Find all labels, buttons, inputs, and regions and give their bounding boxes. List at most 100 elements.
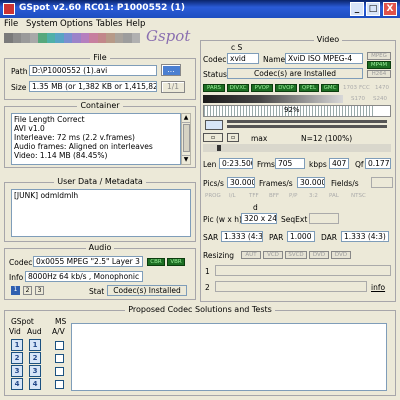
ms-test-2-checkbox[interactable] <box>55 354 64 363</box>
path-field[interactable]: D:\P1000552 (1).avi <box>29 65 157 76</box>
container-scrollbar[interactable]: ▲ ▼ <box>181 113 191 165</box>
av-label: A/V <box>52 327 65 336</box>
resize-row-2 <box>215 281 367 292</box>
flag-32: 3:2 <box>309 193 318 199</box>
close-button[interactable]: X <box>383 2 397 16</box>
solutions-textarea[interactable] <box>71 323 387 391</box>
browse-button[interactable]: ... <box>161 64 181 76</box>
video-name-field: XviD ISO MPEG-4 <box>285 53 363 64</box>
gspot-logo: Gspot <box>146 27 191 45</box>
maximize-button[interactable]: □ <box>366 2 380 16</box>
len-field: 0:23.500 <box>219 158 253 169</box>
flag-tff: TFF <box>249 193 259 199</box>
gmc-badge: GMC <box>321 84 339 92</box>
vid-label: Vid <box>9 327 21 336</box>
color-swatch <box>29 33 38 43</box>
userdata-group: User Data / Metadata [JUNK] odmldmlh <box>4 177 196 242</box>
vid-solution-4[interactable]: 4 <box>11 378 23 390</box>
proposed-group-title: Proposed Codec Solutions and Tests <box>125 305 275 314</box>
aud-solution-1[interactable]: 1 <box>29 339 41 351</box>
video-cs-label: c S <box>231 43 243 52</box>
size-label: Size <box>11 83 27 92</box>
max-label: max <box>251 134 268 143</box>
color-swatch <box>55 33 64 43</box>
audio-stream-1[interactable]: 1 <box>11 286 20 295</box>
audio-group: Audio Codec 0x0055 MPEG "2.5" Layer 3 CB… <box>4 243 196 300</box>
aud-solution-2[interactable]: 2 <box>29 352 41 364</box>
pic-field: 320 x 24 <box>241 213 277 224</box>
frames-field: 30.000 <box>297 177 325 188</box>
menu-file[interactable]: File <box>4 19 18 29</box>
bitrate-bar: 92% <box>203 105 391 117</box>
app-icon <box>3 3 15 15</box>
audio-codec-field[interactable]: 0x0055 MPEG "2.5" Layer 3 <box>33 256 143 267</box>
flag-s240: S240 <box>373 96 387 102</box>
frms-field: 705 <box>275 158 305 169</box>
userdata-list[interactable]: [JUNK] odmldmlh <box>11 189 191 237</box>
color-swatch <box>72 33 81 43</box>
graph-toggle-b[interactable]: ▫ <box>227 133 239 142</box>
pvop-badge: PVOP <box>251 84 273 92</box>
bitrate-bar-pct: 92% <box>284 106 300 114</box>
flag-1470: 1470 <box>375 85 389 91</box>
resize-row-1-label: 1 <box>205 267 210 276</box>
video-status-label: Status <box>203 70 227 79</box>
qf-label: Qf <box>355 160 364 169</box>
vbr-badge: VBR <box>167 258 185 266</box>
graph-toggle-a[interactable]: ▫ <box>203 133 223 142</box>
scroll-thumb[interactable] <box>183 124 190 152</box>
ms-test-1-checkbox[interactable] <box>55 341 64 350</box>
audio-info-label: Info <box>9 273 24 282</box>
container-group-title: Container <box>77 101 123 110</box>
pics-label: Pics/s <box>203 179 224 188</box>
ms-test-4-checkbox[interactable] <box>55 380 64 389</box>
color-swatch <box>123 33 132 43</box>
menu-options[interactable]: Options <box>60 19 93 29</box>
info-link[interactable]: info <box>371 283 385 292</box>
par-label: PAR <box>269 233 284 242</box>
bitrate-mode-icon[interactable] <box>205 120 223 130</box>
audio-info-field: 8000Hz 64 kb/s , Monophonic <box>25 271 143 282</box>
audio-stat-label: Stat <box>89 287 105 296</box>
dvop-badge: DVOP <box>275 84 297 92</box>
resize-aut-badge: AUT <box>241 251 261 259</box>
slider-track[interactable] <box>203 144 391 152</box>
ms-test-3-checkbox[interactable] <box>55 367 64 376</box>
vid-solution-3[interactable]: 3 <box>11 365 23 377</box>
h264-badge: H264 <box>367 70 391 78</box>
flag-s170: S170 <box>351 96 365 102</box>
flag-bff: BFF <box>269 193 280 199</box>
len-label: Len <box>203 160 217 169</box>
flag-prog: PROG <box>205 193 221 199</box>
gspot-label: GSpot <box>11 317 34 326</box>
aud-solution-4[interactable]: 4 <box>29 378 41 390</box>
menu-help[interactable]: Help <box>126 19 145 29</box>
resize-vcd-badge: VCD <box>263 251 283 259</box>
mp4m-badge: MP4M <box>367 61 391 69</box>
menu-tables[interactable]: Tables <box>96 19 122 29</box>
video-group-title: Video <box>313 35 343 44</box>
vid-solution-2[interactable]: 2 <box>11 352 23 364</box>
sar-label: SAR <box>203 233 219 242</box>
color-swatch <box>4 33 13 43</box>
audio-stream-3[interactable]: 3 <box>35 286 44 295</box>
menu-system[interactable]: System <box>26 19 58 29</box>
video-codec-field[interactable]: xvid <box>227 53 259 64</box>
scroll-down-icon[interactable]: ▼ <box>182 155 190 164</box>
vid-solution-1[interactable]: 1 <box>11 339 23 351</box>
scroll-up-icon[interactable]: ▲ <box>182 114 190 123</box>
dar-label: DAR <box>321 233 337 242</box>
minimize-button[interactable]: _ <box>350 2 364 16</box>
resize-svcd-badge: SVCD <box>285 251 307 259</box>
audio-group-title: Audio <box>85 243 115 252</box>
pic-label: Pic (w x h) <box>203 215 242 224</box>
audio-stream-2[interactable]: 2 <box>23 286 32 295</box>
qf-field: 0.177 <box>365 158 391 169</box>
divxc-badge: DIVXC <box>227 84 249 92</box>
dar-field: 1.333 (4:3) <box>341 231 389 242</box>
aud-solution-3[interactable]: 3 <box>29 365 41 377</box>
title-bar: GSpot v2.60 RC01: P1000552 (1) _ □ X <box>0 0 400 18</box>
container-info-list[interactable]: File Length Correct AVI v1.0 Interleave:… <box>11 113 181 165</box>
page-indicator[interactable]: 1/1 <box>161 81 185 93</box>
slider-thumb[interactable] <box>217 145 221 151</box>
